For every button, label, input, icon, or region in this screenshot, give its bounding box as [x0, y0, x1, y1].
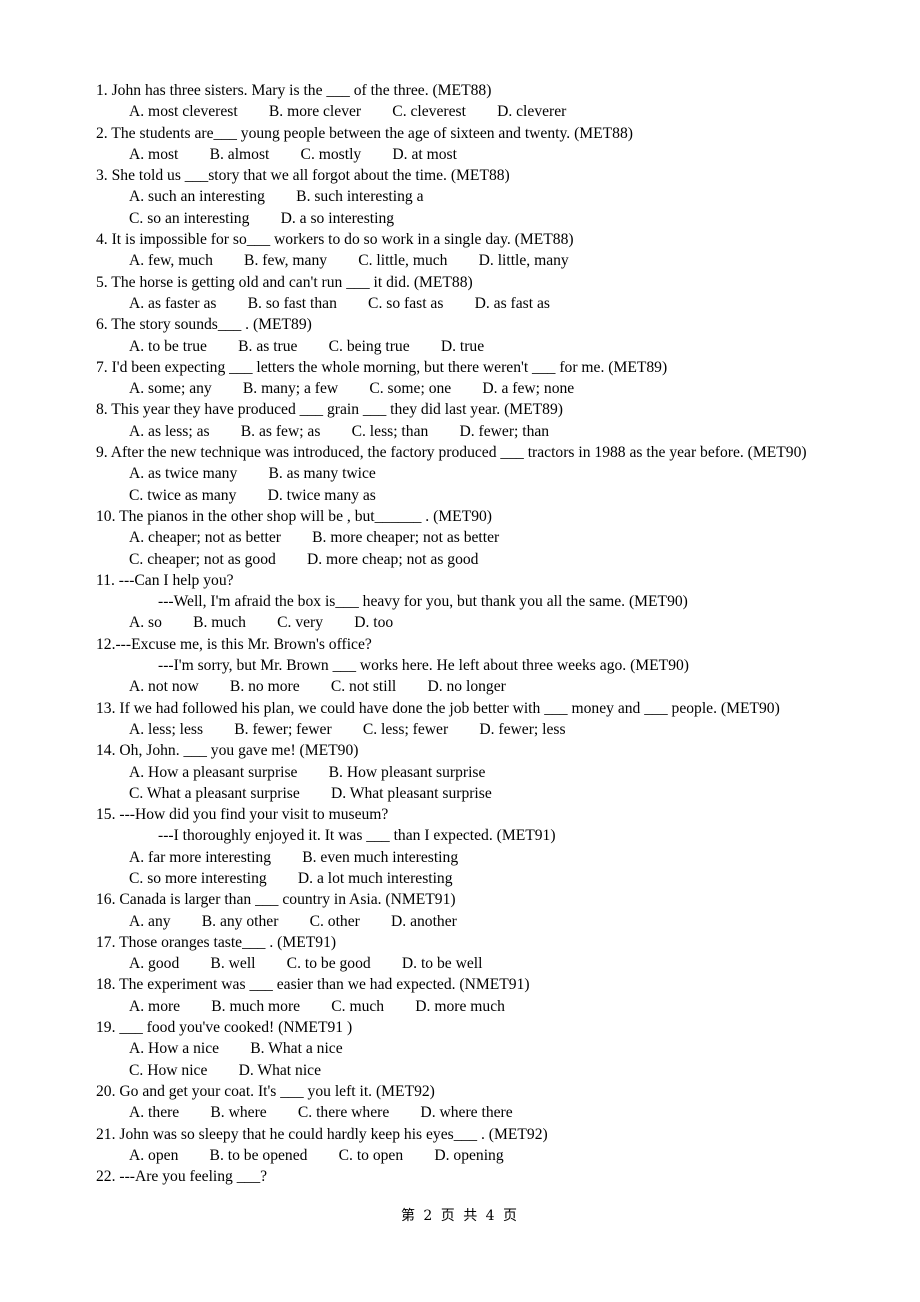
- question-block: 7. I'd been expecting ___ letters the wh…: [96, 357, 886, 400]
- option-line: A. some; any B. many; a few C. some; one…: [129, 380, 575, 398]
- option-line: A. as twice many B. as many twice: [129, 465, 376, 483]
- option-line: A. few, much B. few, many C. little, muc…: [129, 252, 569, 270]
- question-block: 8. This year they have produced ___ grai…: [96, 399, 886, 442]
- question-stem: 13. If we had followed his plan, we coul…: [96, 699, 780, 717]
- question-block: 3. She told us ___story that we all forg…: [96, 165, 886, 229]
- option-line: C. twice as many D. twice many as: [129, 486, 376, 504]
- dialogue-reply-line: ---I'm sorry, but Mr. Brown ___ works he…: [158, 657, 689, 675]
- question-stem: 10. The pianos in the other shop will be…: [96, 507, 493, 525]
- option-line: C. How nice D. What nice: [129, 1061, 321, 1079]
- option-line: A. open B. to be opened C. to open D. op…: [129, 1146, 504, 1164]
- question-stem: 16. Canada is larger than ___ country in…: [96, 891, 456, 909]
- question-block: 10. The pianos in the other shop will be…: [96, 506, 886, 570]
- option-line: A. to be true B. as true C. being true D…: [129, 337, 485, 355]
- question-stem: 12.---Excuse me, is this Mr. Brown's off…: [96, 635, 372, 653]
- question-block: 21. John was so sleepy that he could har…: [96, 1124, 886, 1167]
- option-line: A. most cleverest B. more clever C. clev…: [129, 103, 567, 121]
- option-line: A. good B. well C. to be good D. to be w…: [129, 955, 483, 973]
- question-stem: 4. It is impossible for so___ workers to…: [96, 231, 574, 249]
- dialogue-reply-line: ---I thoroughly enjoyed it. It was ___ t…: [158, 827, 556, 845]
- option-line: C. so more interesting D. a lot much int…: [129, 869, 453, 887]
- page-footer: 第 2 页 共 4 页: [400, 1208, 520, 1224]
- option-line: C. What a pleasant surprise D. What plea…: [129, 784, 492, 802]
- question-block: 6. The story sounds___ . (MET89) A. to be…: [96, 314, 886, 357]
- question-block: 12.---Excuse me, is this Mr. Brown's off…: [96, 634, 886, 698]
- option-line: A. any B. any other C. other D. another: [129, 912, 457, 930]
- option-line: A. such an interesting B. such interesti…: [129, 188, 424, 206]
- option-line: A. not now B. no more C. not still D. no…: [129, 678, 506, 696]
- question-block: 20. Go and get your coat. It's ___ you l…: [96, 1081, 886, 1124]
- question-stem: 2. The students are___ young people betw…: [96, 124, 633, 142]
- question-stem: 22. ---Are you feeling ___?: [96, 1168, 268, 1186]
- question-stem: 8. This year they have produced ___ grai…: [96, 401, 563, 419]
- option-line: A. cheaper; not as better B. more cheape…: [129, 529, 500, 547]
- option-line: C. cheaper; not as good D. more cheap; n…: [129, 550, 479, 568]
- option-line: A. far more interesting B. even much int…: [129, 848, 459, 866]
- question-stem: 19. ___ food you've cooked! (NMET91 ): [96, 1019, 353, 1037]
- question-stem: 9. After the new technique was introduce…: [96, 444, 807, 462]
- option-line: A. so B. much C. very D. too: [129, 614, 394, 632]
- question-block: 15. ---How did you find your visit to mu…: [96, 804, 886, 889]
- question-stem: 21. John was so sleepy that he could har…: [96, 1125, 548, 1143]
- question-block: 16. Canada is larger than ___ country in…: [96, 889, 886, 932]
- option-line: A. more B. much more C. much D. more muc…: [129, 997, 505, 1015]
- question-stem: 11. ---Can I help you?: [96, 571, 234, 589]
- question-stem: 18. The experiment was ___ easier than w…: [96, 976, 530, 994]
- question-stem: 6. The story sounds___ . (MET89): [96, 316, 312, 334]
- option-line: A. How a nice B. What a nice: [129, 1040, 343, 1058]
- question-stem: 5. The horse is getting old and can't ru…: [96, 273, 473, 291]
- question-stem: 7. I'd been expecting ___ letters the wh…: [96, 358, 668, 376]
- question-block: 22. ---Are you feeling ___?: [96, 1166, 886, 1187]
- question-stem: 1. John has three sisters. Mary is the _…: [96, 82, 492, 99]
- question-block: 9. After the new technique was introduce…: [96, 442, 886, 506]
- question-block: 4. It is impossible for so___ workers to…: [96, 229, 886, 272]
- question-stem: 14. Oh, John. ___ you gave me! (MET90): [96, 742, 359, 760]
- question-block: 11. ---Can I help you? ---Well, I'm afrai…: [96, 570, 886, 634]
- question-block: 19. ___ food you've cooked! (NMET91 ) A. …: [96, 1017, 886, 1081]
- question-block: 1. John has three sisters. Mary is the _…: [96, 80, 886, 123]
- option-line: A. most B. almost C. mostly D. at most: [129, 145, 457, 163]
- question-block: 5. The horse is getting old and can't ru…: [96, 272, 886, 315]
- option-line: A. How a pleasant surprise B. How pleasa…: [129, 763, 486, 781]
- question-stem: 20. Go and get your coat. It's ___ you l…: [96, 1082, 435, 1100]
- question-stem: 3. She told us ___story that we all forg…: [96, 167, 510, 185]
- question-stem: 17. Those oranges taste___ . (MET91): [96, 933, 337, 951]
- question-block: 14. Oh, John. ___ you gave me! (MET90) A.…: [96, 740, 886, 804]
- document-page: 1. John has three sisters. Mary is the _…: [0, 0, 920, 1302]
- question-block: 17. Those oranges taste___ . (MET91) A. g…: [96, 932, 886, 975]
- question-stem: 15. ---How did you find your visit to mu…: [96, 806, 389, 824]
- dialogue-reply-line: ---Well, I'm afraid the box is___ heavy …: [158, 593, 688, 611]
- question-block: 18. The experiment was ___ easier than w…: [96, 974, 886, 1017]
- option-line: A. less; less B. fewer; fewer C. less; f…: [129, 720, 566, 738]
- option-line: A. as less; as B. as few; as C. less; th…: [129, 422, 550, 440]
- option-line: C. so an interesting D. a so interesting: [129, 209, 395, 227]
- question-list: 1. John has three sisters. Mary is the _…: [96, 80, 886, 1187]
- option-line: A. as faster as B. so fast than C. so fa…: [129, 294, 550, 312]
- option-line: A. there B. where C. there where D. wher…: [129, 1104, 513, 1122]
- question-block: 2. The students are___ young people betw…: [96, 123, 886, 166]
- question-block: 13. If we had followed his plan, we coul…: [96, 698, 886, 741]
